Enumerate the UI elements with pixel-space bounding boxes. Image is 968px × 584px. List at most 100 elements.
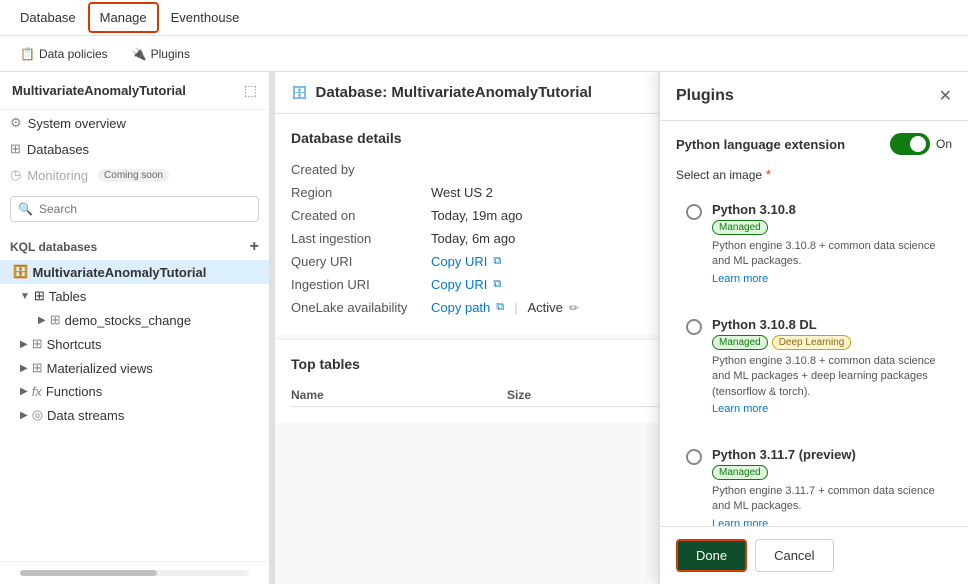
shortcuts-chevron-icon: ▶ xyxy=(20,339,28,350)
content-db-icon: 🗄 xyxy=(291,85,308,101)
last-ingestion-value: Today, 6m ago xyxy=(431,231,515,246)
coming-soon-badge: Coming soon xyxy=(98,169,169,182)
main-wrapper: MultivariateAnomalyTutorial ⬚ ⚙ System o… xyxy=(0,72,968,584)
mat-views-chevron-icon: ▶ xyxy=(20,363,28,374)
sidebar-item-system-overview[interactable]: ⚙ System overview xyxy=(0,110,269,136)
sidebar-scrollbar xyxy=(0,561,269,584)
panel-close-button[interactable]: ✕ xyxy=(939,86,952,106)
demo-stocks-icon: ⊞ xyxy=(50,312,61,328)
tables-icon: ⊞ xyxy=(34,288,45,304)
option-python3108-learn-more[interactable]: Learn more xyxy=(712,273,768,285)
option-python3117-learn-more[interactable]: Learn more xyxy=(712,518,768,526)
menu-eventhouse[interactable]: Eventhouse xyxy=(159,2,252,33)
workspace-name: MultivariateAnomalyTutorial xyxy=(12,83,186,98)
badge-dl-1: Deep Learning xyxy=(772,335,852,350)
option-python3108-desc: Python engine 3.10.8 + common data scien… xyxy=(712,239,942,270)
extension-label: Python language extension xyxy=(676,137,845,152)
last-ingestion-label: Last ingestion xyxy=(291,231,431,246)
extension-row: Python language extension On xyxy=(676,133,952,155)
option-python3108dl-badges: Managed Deep Learning xyxy=(712,335,942,350)
ingestion-uri-copy-link[interactable]: Copy URI xyxy=(431,277,487,292)
panel-footer: Done Cancel xyxy=(660,526,968,584)
tree-item-data-streams[interactable]: ▶ ◎ Data streams xyxy=(0,403,269,427)
onelake-active-badge: Active xyxy=(528,300,563,315)
required-star: * xyxy=(766,167,771,182)
tree-item-tables[interactable]: ▼ ⊞ Tables xyxy=(0,284,269,308)
tree-item-db-root[interactable]: 🗄 MultivariateAnomalyTutorial xyxy=(0,260,269,284)
kql-section-label: KQL databases + xyxy=(10,238,259,256)
tree-db-name: MultivariateAnomalyTutorial xyxy=(33,265,207,280)
monitoring-label: Monitoring xyxy=(27,168,88,183)
data-policies-icon: 📋 xyxy=(20,47,35,61)
option-python3117-badges: Managed xyxy=(712,465,942,480)
data-streams-label: Data streams xyxy=(47,408,124,423)
kql-label: KQL databases xyxy=(10,240,97,254)
python-extension-toggle[interactable] xyxy=(890,133,930,155)
add-db-button[interactable]: + xyxy=(250,238,259,256)
sidebar-item-databases[interactable]: ⊞ Databases xyxy=(0,136,269,162)
region-label: Region xyxy=(291,185,431,200)
plugins-button[interactable]: 🔌 Plugins xyxy=(124,43,198,65)
onelake-copy-link[interactable]: Copy path xyxy=(431,300,490,315)
data-streams-chevron-icon: ▶ xyxy=(20,410,28,421)
mat-views-icon: ⊞ xyxy=(32,360,43,376)
search-icon: 🔍 xyxy=(18,202,33,216)
ingestion-uri-label: Ingestion URI xyxy=(291,277,431,292)
option-python3108dl-learn-more[interactable]: Learn more xyxy=(712,403,768,415)
menu-database[interactable]: Database xyxy=(8,2,88,33)
radio-python3108dl[interactable] xyxy=(686,319,702,335)
table-col-size: Size xyxy=(507,388,531,402)
onelake-copy-icon[interactable]: ⧉ xyxy=(496,301,504,314)
option-python3117-content: Python 3.11.7 (preview) Managed Python e… xyxy=(712,447,942,526)
select-image-row: Select an image * xyxy=(676,167,952,182)
created-by-label: Created by xyxy=(291,162,431,177)
option-python3108dl[interactable]: Python 3.10.8 DL Managed Deep Learning P… xyxy=(676,307,952,425)
done-button[interactable]: Done xyxy=(676,539,747,572)
kql-section: KQL databases + xyxy=(0,230,269,260)
functions-icon: fx xyxy=(32,384,42,399)
onelake-label: OneLake availability xyxy=(291,300,431,315)
tree-item-functions[interactable]: ▶ fx Functions xyxy=(0,380,269,403)
tree-item-demo-stocks[interactable]: ▶ ⊞ demo_stocks_change xyxy=(0,308,269,332)
query-uri-copy-icon[interactable]: ⧉ xyxy=(493,255,501,268)
sidebar-h-scrollbar[interactable] xyxy=(20,570,249,576)
shortcuts-icon: ⊞ xyxy=(32,336,43,352)
sidebar-item-monitoring[interactable]: ◷ Monitoring Coming soon xyxy=(0,162,269,188)
onelake-value: Copy path ⧉ | Active ✏ xyxy=(431,300,579,315)
tables-chevron-icon: ▼ xyxy=(20,291,30,302)
functions-chevron-icon: ▶ xyxy=(20,386,28,397)
plugins-panel: Plugins ✕ Python language extension On S… xyxy=(658,72,968,584)
radio-python3108[interactable] xyxy=(686,204,702,220)
option-python3117-title: Python 3.11.7 (preview) xyxy=(712,447,942,462)
menu-manage[interactable]: Manage xyxy=(88,2,159,33)
sidebar-header: MultivariateAnomalyTutorial ⬚ xyxy=(0,72,269,110)
option-python3108dl-title: Python 3.10.8 DL xyxy=(712,317,942,332)
mat-views-label: Materialized views xyxy=(47,361,153,376)
option-python3108[interactable]: Python 3.10.8 Managed Python engine 3.10… xyxy=(676,192,952,295)
plugins-label: Plugins xyxy=(151,47,190,61)
content-title: Database: MultivariateAnomalyTutorial xyxy=(316,84,592,101)
data-policies-label: Data policies xyxy=(39,47,108,61)
data-policies-button[interactable]: 📋 Data policies xyxy=(12,43,116,65)
toolbar: 📋 Data policies 🔌 Plugins xyxy=(0,36,968,72)
search-input[interactable] xyxy=(10,196,259,222)
tree-item-shortcuts[interactable]: ▶ ⊞ Shortcuts xyxy=(0,332,269,356)
option-python3117[interactable]: Python 3.11.7 (preview) Managed Python e… xyxy=(676,437,952,526)
badge-managed-2: Managed xyxy=(712,465,768,480)
option-python3108-title: Python 3.10.8 xyxy=(712,202,942,217)
onelake-edit-icon[interactable]: ✏ xyxy=(569,301,579,315)
panel-header: Plugins ✕ xyxy=(660,72,968,121)
expand-icon[interactable]: ⬚ xyxy=(244,82,257,99)
tree-item-materialized-views[interactable]: ▶ ⊞ Materialized views xyxy=(0,356,269,380)
panel-body: Python language extension On Select an i… xyxy=(660,121,968,526)
option-python3108dl-content: Python 3.10.8 DL Managed Deep Learning P… xyxy=(712,317,942,415)
option-python3108dl-desc: Python engine 3.10.8 + common data scien… xyxy=(712,354,942,400)
cancel-button[interactable]: Cancel xyxy=(755,539,833,572)
radio-python3117[interactable] xyxy=(686,449,702,465)
toggle-on-label: On xyxy=(936,137,952,151)
shortcuts-label: Shortcuts xyxy=(47,337,102,352)
query-uri-copy-link[interactable]: Copy URI xyxy=(431,254,487,269)
option-python3117-desc: Python engine 3.11.7 + common data scien… xyxy=(712,484,942,515)
badge-managed-1: Managed xyxy=(712,335,768,350)
ingestion-uri-copy-icon[interactable]: ⧉ xyxy=(493,278,501,291)
